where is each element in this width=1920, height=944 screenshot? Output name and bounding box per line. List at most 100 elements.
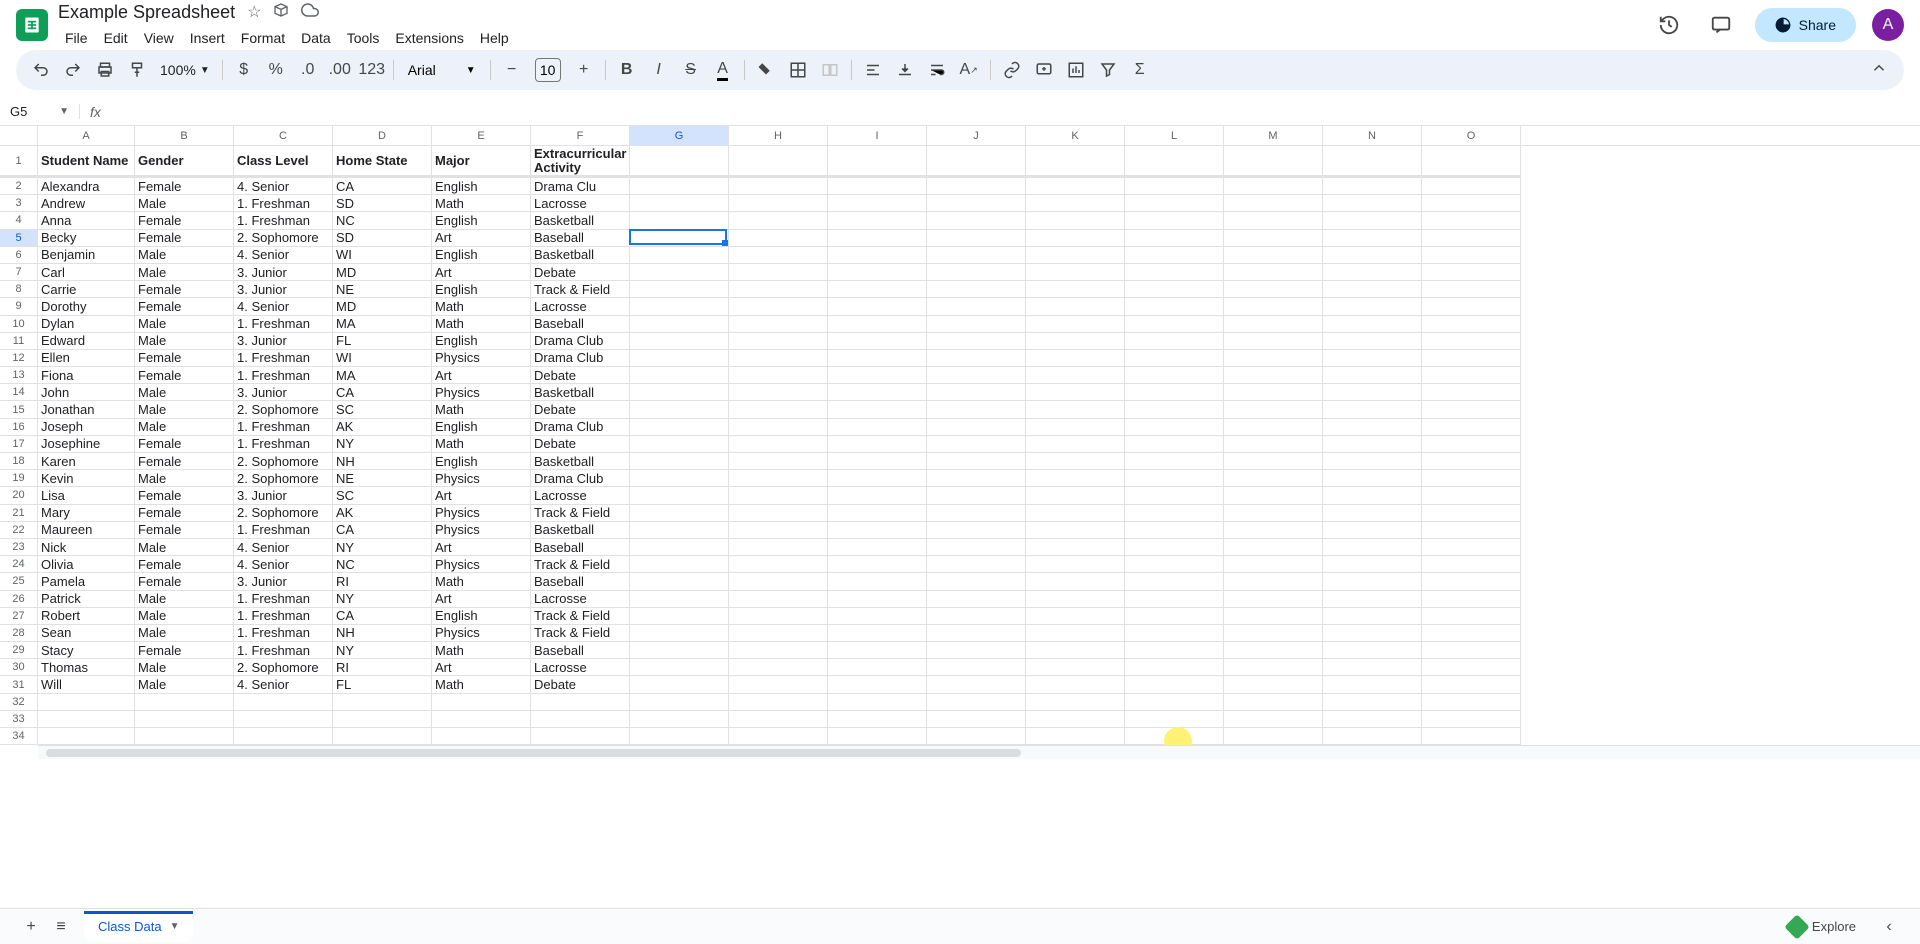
cell[interactable] xyxy=(927,247,1026,264)
cell[interactable] xyxy=(630,419,729,436)
cell[interactable] xyxy=(1224,316,1323,333)
col-header-E[interactable]: E xyxy=(432,126,531,145)
row-header[interactable]: 18 xyxy=(0,453,38,470)
cell[interactable] xyxy=(630,505,729,522)
row-header[interactable]: 9 xyxy=(0,298,38,315)
cell[interactable] xyxy=(630,178,729,195)
cell[interactable] xyxy=(927,676,1026,693)
cell[interactable] xyxy=(927,264,1026,281)
cell[interactable] xyxy=(828,230,927,247)
cell[interactable] xyxy=(1323,178,1422,195)
cell[interactable] xyxy=(333,728,432,745)
select-all-corner[interactable] xyxy=(0,126,38,145)
font-size-plus[interactable]: + xyxy=(569,55,599,85)
cell[interactable] xyxy=(630,230,729,247)
cell[interactable] xyxy=(1422,694,1521,711)
cell[interactable] xyxy=(828,350,927,367)
cell[interactable] xyxy=(1026,178,1125,195)
cell[interactable]: Lacrosse xyxy=(531,298,630,315)
cell[interactable]: Basketball xyxy=(531,522,630,539)
merge-cells-icon[interactable] xyxy=(815,55,845,85)
cell[interactable]: Nick xyxy=(38,539,135,556)
cell[interactable] xyxy=(729,281,828,298)
cell[interactable]: Track & Field xyxy=(531,625,630,642)
col-header-M[interactable]: M xyxy=(1224,126,1323,145)
cell[interactable]: Female xyxy=(135,436,234,453)
row-header[interactable]: 29 xyxy=(0,642,38,659)
cell[interactable] xyxy=(729,230,828,247)
move-icon[interactable] xyxy=(273,2,289,23)
cell[interactable]: 1. Freshman xyxy=(234,608,333,625)
cell[interactable] xyxy=(1422,436,1521,453)
cell[interactable] xyxy=(1323,556,1422,573)
cell[interactable] xyxy=(630,522,729,539)
cell[interactable] xyxy=(1224,522,1323,539)
cell[interactable] xyxy=(1422,401,1521,418)
cell[interactable] xyxy=(828,676,927,693)
col-header-O[interactable]: O xyxy=(1422,126,1521,145)
cell[interactable]: Male xyxy=(135,539,234,556)
cell[interactable]: Art xyxy=(432,230,531,247)
cell[interactable] xyxy=(1125,146,1224,178)
cell[interactable] xyxy=(729,694,828,711)
cell[interactable] xyxy=(1323,711,1422,728)
cell[interactable]: Female xyxy=(135,350,234,367)
fill-color-icon[interactable] xyxy=(751,55,781,85)
row-header[interactable]: 26 xyxy=(0,591,38,608)
cell[interactable] xyxy=(828,401,927,418)
cell[interactable] xyxy=(1323,247,1422,264)
cell[interactable] xyxy=(729,659,828,676)
cell[interactable] xyxy=(1422,608,1521,625)
cell[interactable]: Physics xyxy=(432,350,531,367)
cell[interactable]: Lacrosse xyxy=(531,487,630,504)
cell[interactable]: 3. Junior xyxy=(234,333,333,350)
cell[interactable] xyxy=(828,195,927,212)
cell[interactable] xyxy=(432,728,531,745)
cell[interactable] xyxy=(1224,676,1323,693)
cell[interactable]: Baseball xyxy=(531,573,630,590)
row-header[interactable]: 28 xyxy=(0,625,38,642)
row-header[interactable]: 16 xyxy=(0,419,38,436)
row-header[interactable]: 1 xyxy=(0,146,38,178)
cell[interactable] xyxy=(1422,367,1521,384)
cell[interactable] xyxy=(1224,505,1323,522)
col-header-I[interactable]: I xyxy=(828,126,927,145)
cell[interactable]: Karen xyxy=(38,453,135,470)
cell[interactable] xyxy=(1224,298,1323,315)
cell[interactable] xyxy=(729,625,828,642)
cell[interactable] xyxy=(828,146,927,178)
cell[interactable]: FL xyxy=(333,676,432,693)
cell[interactable]: Physics xyxy=(432,556,531,573)
cell[interactable]: Art xyxy=(432,367,531,384)
cell[interactable] xyxy=(927,178,1026,195)
cell[interactable]: FL xyxy=(333,333,432,350)
cell[interactable] xyxy=(828,522,927,539)
cell[interactable] xyxy=(828,591,927,608)
cell[interactable]: Dorothy xyxy=(38,298,135,315)
cell[interactable] xyxy=(729,298,828,315)
cell[interactable] xyxy=(1323,659,1422,676)
cell[interactable] xyxy=(1422,212,1521,229)
cell[interactable] xyxy=(1323,522,1422,539)
cell[interactable] xyxy=(1422,539,1521,556)
menu-data[interactable]: Data xyxy=(294,26,338,50)
cell[interactable]: Track & Field xyxy=(531,505,630,522)
cell[interactable]: MD xyxy=(333,298,432,315)
cell[interactable] xyxy=(1323,401,1422,418)
cell[interactable] xyxy=(1422,625,1521,642)
cell[interactable] xyxy=(1422,298,1521,315)
cell[interactable]: English xyxy=(432,419,531,436)
decrease-decimal-icon[interactable]: .0 xyxy=(293,55,323,85)
percent-icon[interactable]: % xyxy=(261,55,291,85)
cell[interactable]: Art xyxy=(432,264,531,281)
cell[interactable] xyxy=(927,419,1026,436)
cell[interactable] xyxy=(1323,316,1422,333)
cell[interactable]: Maureen xyxy=(38,522,135,539)
cell[interactable] xyxy=(630,573,729,590)
cell[interactable]: 3. Junior xyxy=(234,264,333,281)
text-wrap-icon[interactable] xyxy=(922,55,952,85)
cell[interactable] xyxy=(1323,264,1422,281)
cell[interactable]: Joseph xyxy=(38,419,135,436)
cell[interactable] xyxy=(630,384,729,401)
undo-icon[interactable] xyxy=(26,55,56,85)
